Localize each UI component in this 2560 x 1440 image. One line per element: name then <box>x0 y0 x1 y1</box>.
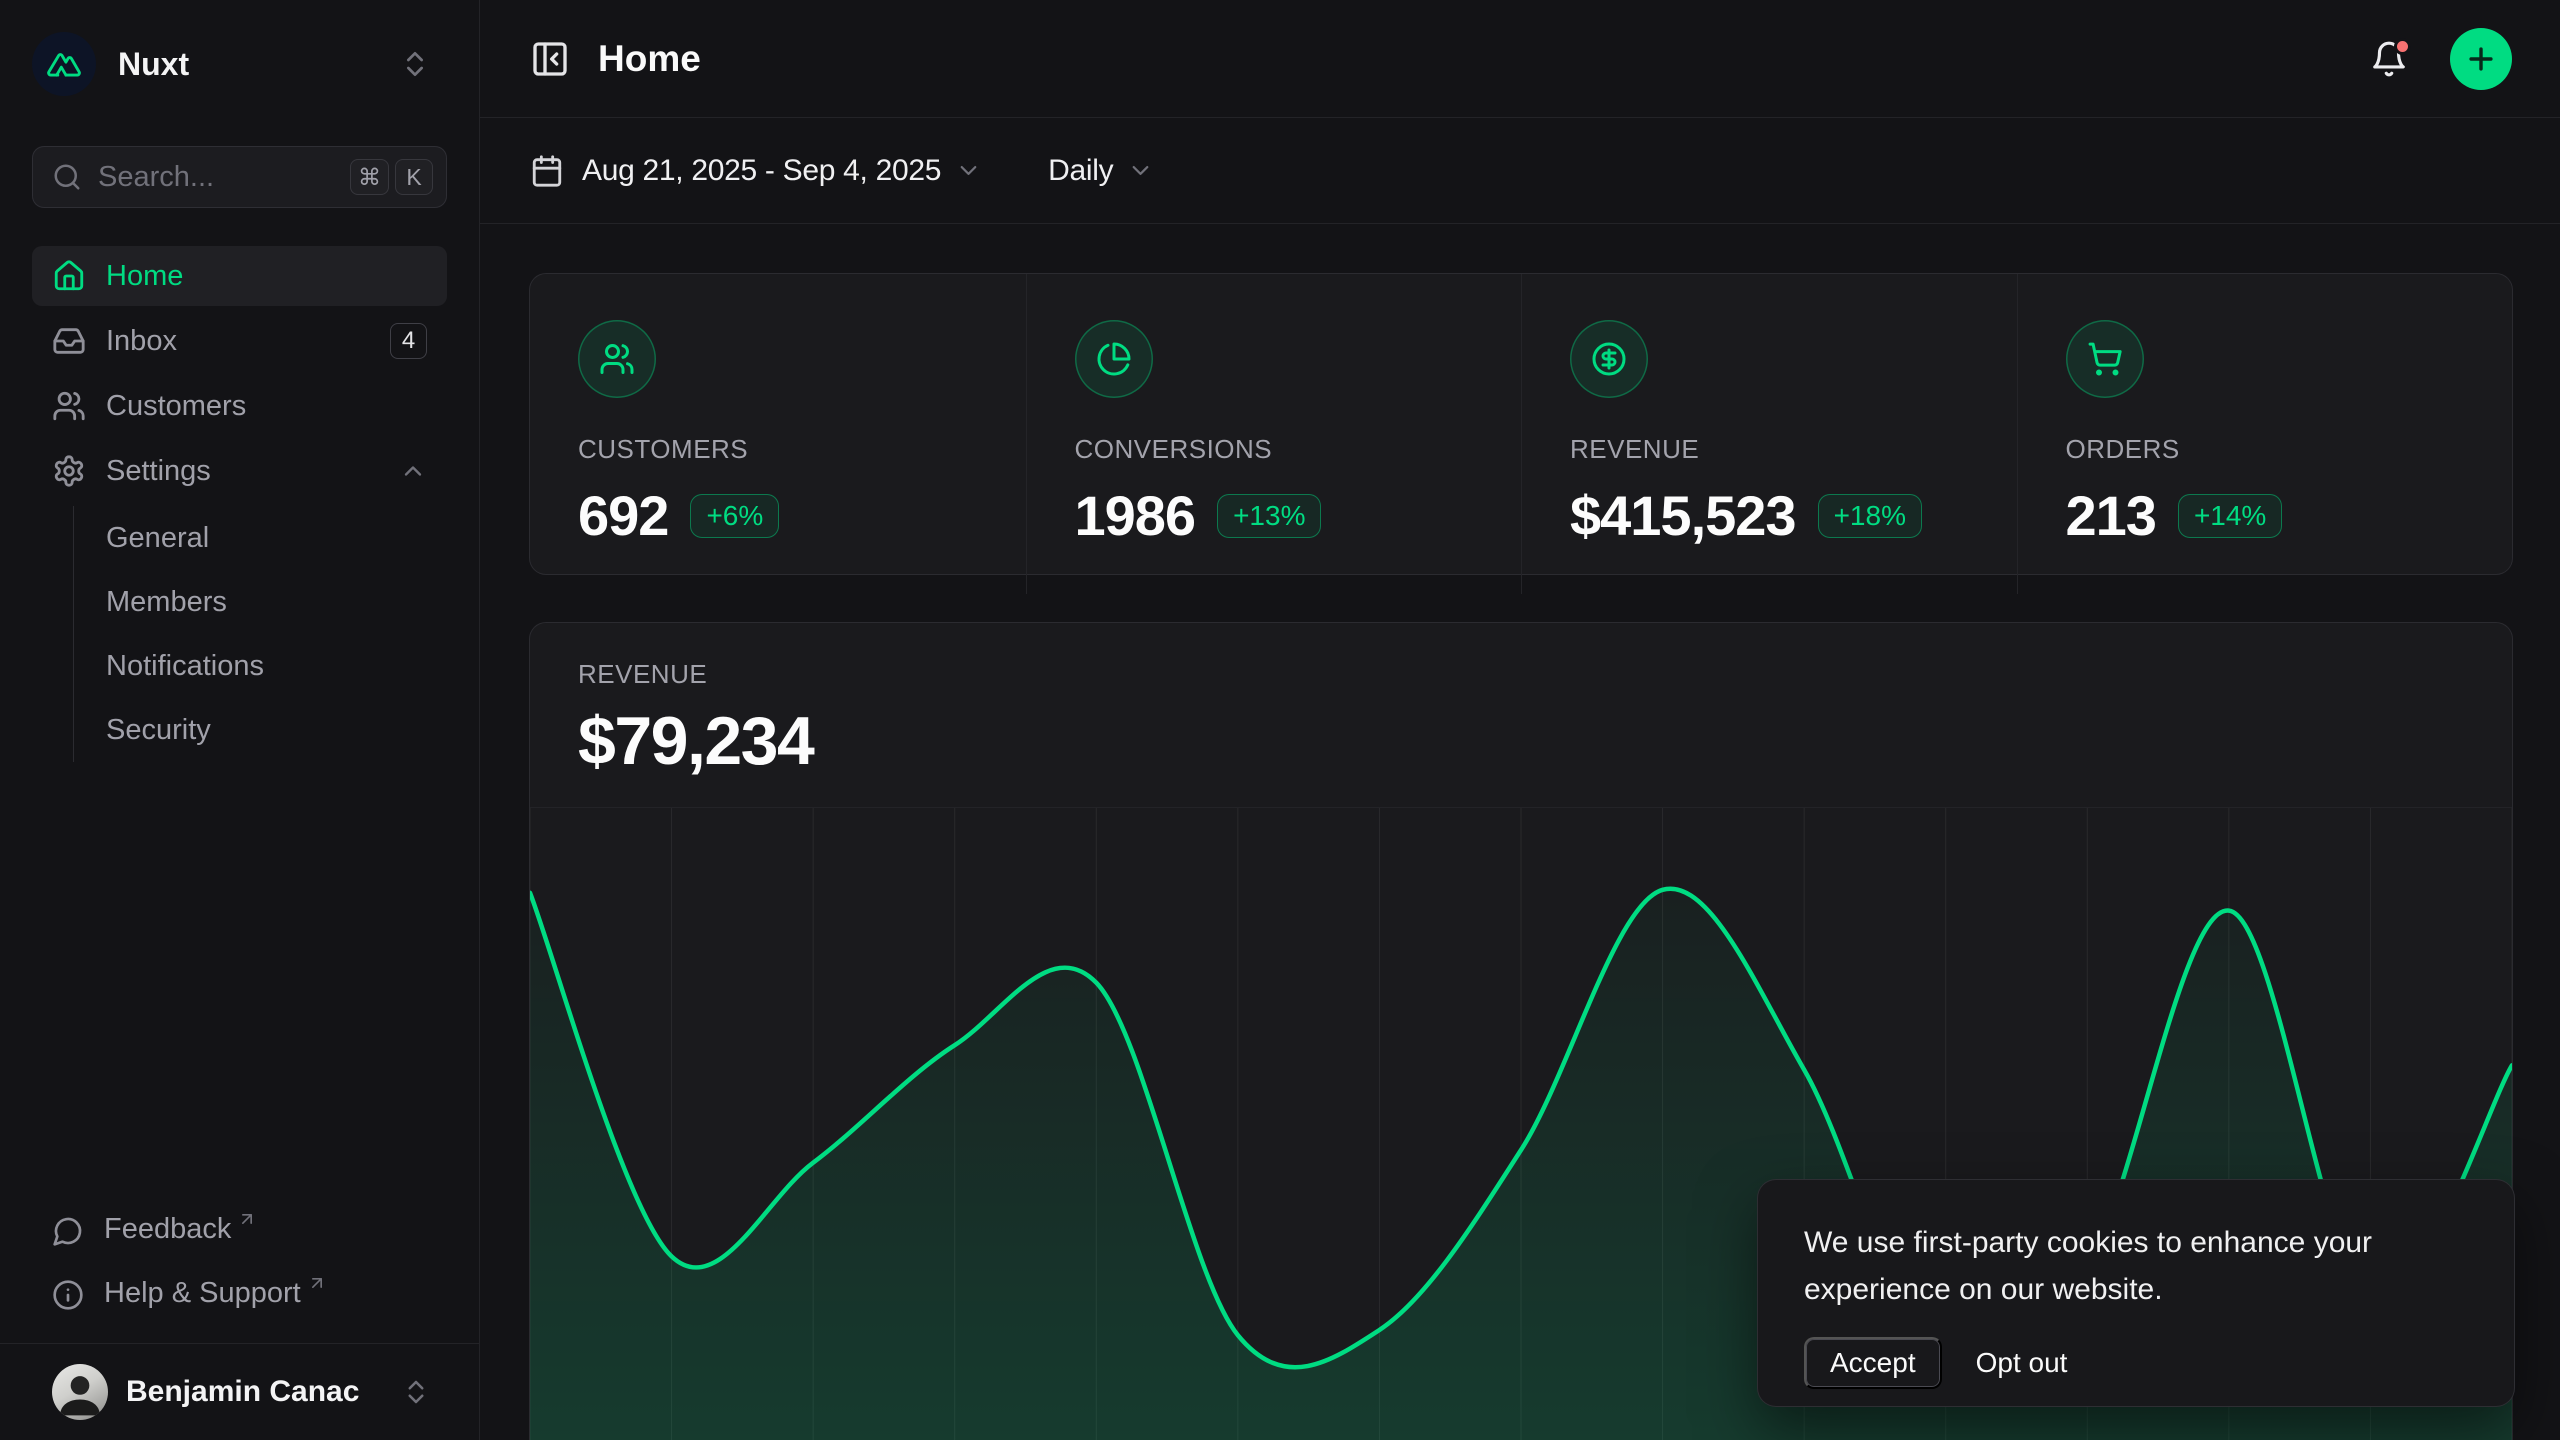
accept-button[interactable]: Accept <box>1804 1337 1942 1389</box>
sidebar-item-inbox[interactable]: Inbox 4 <box>32 311 447 371</box>
stat-card-customers: CUSTOMERS 692 +6% <box>530 274 1026 594</box>
stat-delta-badge: +13% <box>1217 494 1321 538</box>
sidebar-item-label: Inbox <box>106 325 177 358</box>
calendar-icon <box>530 154 564 188</box>
footer-link-label: Help & Support <box>104 1277 301 1310</box>
search-input[interactable]: Search... ⌘ K <box>32 146 447 208</box>
sidebar-item-customers[interactable]: Customers <box>32 376 447 436</box>
stat-delta-badge: +18% <box>1818 494 1922 538</box>
pie-chart-icon <box>1075 320 1153 398</box>
user-name: Benjamin Canac <box>126 1375 359 1409</box>
sidebar-collapse-button[interactable] <box>530 39 570 79</box>
add-button[interactable] <box>2450 28 2512 90</box>
page-header: Home <box>480 0 2560 118</box>
user-menu[interactable]: Benjamin Canac <box>0 1343 479 1440</box>
opt-out-button[interactable]: Opt out <box>1976 1347 2068 1379</box>
workspace-switcher[interactable]: Nuxt <box>32 32 447 96</box>
help-support-link[interactable]: Help & Support <box>32 1263 447 1323</box>
filter-toolbar: Aug 21, 2025 - Sep 4, 2025 Daily <box>480 118 2560 224</box>
stats-row: CUSTOMERS 692 +6% CONVERSIONS 1986 +13% <box>530 274 2512 574</box>
stat-label: REVENUE <box>1570 434 1969 465</box>
cart-icon <box>2066 320 2144 398</box>
inbox-count-badge: 4 <box>390 323 427 359</box>
workspace-name: Nuxt <box>118 46 189 83</box>
sidebar-item-notifications[interactable]: Notifications <box>74 634 447 698</box>
date-range-picker[interactable]: Aug 21, 2025 - Sep 4, 2025 <box>530 154 982 188</box>
sidebar-item-members[interactable]: Members <box>74 570 447 634</box>
kbd-cmd: ⌘ <box>350 159 389 195</box>
kbd-k: K <box>395 159 433 195</box>
external-link-icon <box>237 1209 257 1229</box>
granularity-select[interactable]: Daily <box>1048 154 1154 188</box>
sidebar-item-home[interactable]: Home <box>32 246 447 306</box>
sidebar-item-general[interactable]: General <box>74 506 447 570</box>
stat-label: ORDERS <box>2066 434 2465 465</box>
nuxt-logo-icon <box>32 32 96 96</box>
date-range-value: Aug 21, 2025 - Sep 4, 2025 <box>582 154 941 188</box>
sidebar-item-label: Settings <box>106 455 211 488</box>
sidebar-footer-links: Feedback Help & Support <box>32 1199 447 1343</box>
unread-dot <box>2394 38 2411 55</box>
footer-link-label: Feedback <box>104 1213 231 1246</box>
sidebar-item-label: Home <box>106 260 183 293</box>
header-actions <box>2370 28 2512 90</box>
search-icon <box>52 162 82 192</box>
revenue-chart-value: $79,234 <box>578 702 2464 780</box>
search-placeholder: Search... <box>98 161 214 194</box>
revenue-chart-header: REVENUE $79,234 <box>530 623 2512 807</box>
chevron-up-down-icon <box>401 1377 431 1407</box>
stat-delta-badge: +14% <box>2178 494 2282 538</box>
chat-bubble-icon <box>52 1215 84 1247</box>
revenue-chart-label: REVENUE <box>578 659 2464 690</box>
sidebar-item-security[interactable]: Security <box>74 698 447 762</box>
info-circle-icon <box>52 1279 84 1311</box>
subnav-label: Members <box>106 586 227 619</box>
inbox-icon <box>52 324 86 358</box>
stat-card-orders: ORDERS 213 +14% <box>2017 274 2513 594</box>
stat-value: $415,523 <box>1570 483 1796 548</box>
stat-value: 1986 <box>1075 483 1196 548</box>
granularity-value: Daily <box>1048 154 1113 188</box>
stat-label: CONVERSIONS <box>1075 434 1474 465</box>
settings-subnav: General Members Notifications Security <box>73 506 447 762</box>
stat-card-conversions: CONVERSIONS 1986 +13% <box>1026 274 1522 594</box>
notifications-button[interactable] <box>2370 40 2408 78</box>
subnav-label: Security <box>106 714 211 747</box>
stat-card-revenue: REVENUE $415,523 +18% <box>1521 274 2017 594</box>
chevron-down-icon <box>1127 157 1154 184</box>
users-icon <box>52 389 86 423</box>
cookie-message: We use first-party cookies to enhance yo… <box>1804 1220 2424 1313</box>
sidebar-item-settings[interactable]: Settings <box>32 441 447 501</box>
plus-icon <box>2464 42 2498 76</box>
sidebar-top: Nuxt Search... ⌘ K Home <box>0 0 479 1343</box>
sidebar-item-label: Customers <box>106 390 246 423</box>
sidebar: Nuxt Search... ⌘ K Home <box>0 0 480 1440</box>
subnav-label: General <box>106 522 209 555</box>
home-icon <box>52 259 86 293</box>
cookie-actions: Accept Opt out <box>1804 1337 2468 1389</box>
chevron-up-down-icon <box>399 48 431 80</box>
stat-label: CUSTOMERS <box>578 434 978 465</box>
stat-value: 213 <box>2066 483 2156 548</box>
app-root: Nuxt Search... ⌘ K Home <box>0 0 2560 1440</box>
stat-delta-badge: +6% <box>690 494 779 538</box>
feedback-link[interactable]: Feedback <box>32 1199 447 1259</box>
sidebar-nav: Home Inbox 4 Customers <box>32 246 447 762</box>
cookie-banner: We use first-party cookies to enhance yo… <box>1758 1180 2514 1406</box>
stat-value: 692 <box>578 483 668 548</box>
users-icon <box>578 320 656 398</box>
circle-dollar-icon <box>1570 320 1648 398</box>
chevron-up-icon <box>399 457 427 485</box>
external-link-icon <box>307 1273 327 1293</box>
panel-left-close-icon <box>530 39 570 79</box>
page-title: Home <box>598 38 701 80</box>
gear-icon <box>52 454 86 488</box>
search-shortcut: ⌘ K <box>350 159 433 195</box>
subnav-label: Notifications <box>106 650 264 683</box>
chevron-down-icon <box>955 157 982 184</box>
avatar <box>52 1364 108 1420</box>
